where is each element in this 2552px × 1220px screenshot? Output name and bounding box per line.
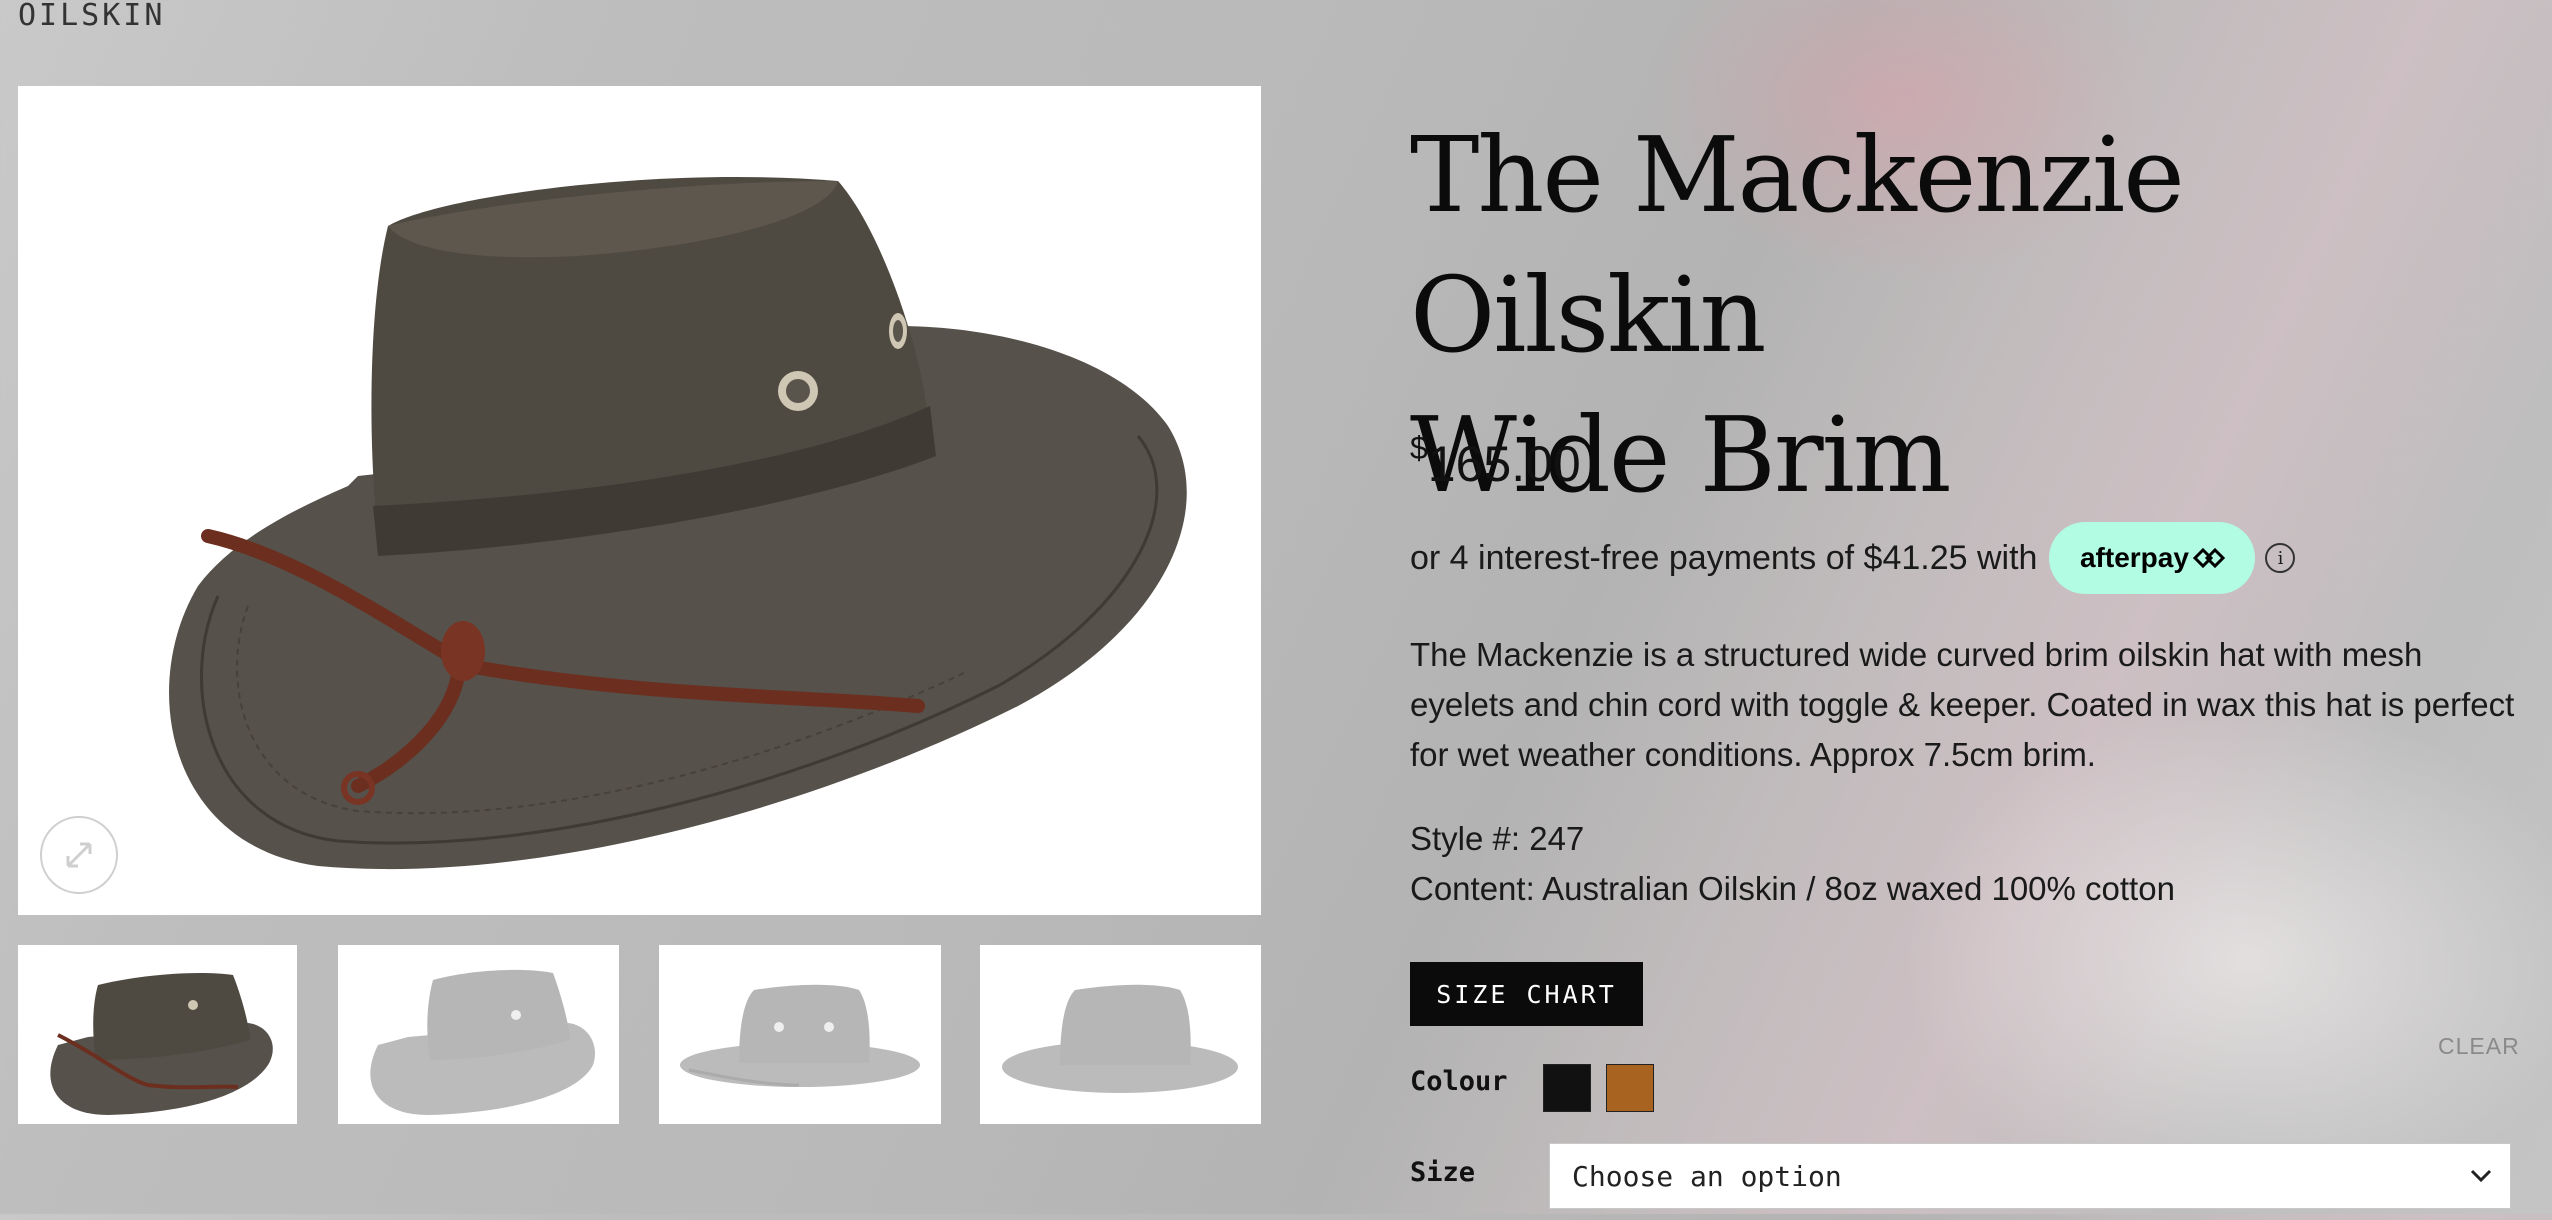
product-title-line1: The Mackenzie Oilskin [1410,114,2185,376]
thumbnail-2[interactable] [338,945,619,1124]
afterpay-badge[interactable]: afterpay [2049,522,2256,594]
info-icon[interactable]: i [2265,543,2296,573]
colour-swatch-tan[interactable] [1606,1064,1654,1112]
size-select[interactable]: Choose an option [1549,1143,2511,1209]
colour-swatch-black[interactable] [1543,1064,1591,1112]
zoom-expand-icon[interactable] [40,816,118,894]
size-select-value: Choose an option [1572,1159,1842,1193]
clear-selection-link[interactable]: CLEAR [2438,1033,2520,1060]
size-label: Size [1410,1157,1476,1188]
price-value: 165.00 [1427,436,1581,492]
size-chart-button[interactable]: SIZE CHART [1410,962,1643,1026]
afterpay-logo-text: afterpay [2079,542,2189,573]
hat-illustration [169,177,1187,870]
product-price: $165.00 [1410,430,1581,493]
thumbnail-1[interactable] [18,945,297,1124]
afterpay-installments: or 4 interest-free payments of $41.25 wi… [1410,522,2296,594]
brand-name: OILSKIN [18,0,166,33]
style-number: Style #: 247 [1410,820,1585,857]
chevron-down-icon [2470,1169,2492,1183]
thumbnail-4[interactable] [980,945,1261,1124]
afterpay-arrows-icon [2192,547,2225,569]
thumbnail-3[interactable] [659,945,941,1124]
thumbnail-hat-image [370,969,596,1115]
product-description: The Mackenzie is a structured wide curve… [1410,636,2515,773]
afterpay-text: or 4 interest-free payments of $41.25 wi… [1410,538,2038,577]
main-product-image[interactable] [18,86,1261,915]
colour-label: Colour [1410,1066,1508,1097]
currency-symbol: $ [1410,430,1428,466]
thumbnail-hat-image [1002,984,1238,1093]
product-content: Content: Australian Oilskin / 8oz waxed … [1410,870,2175,907]
thumbnail-hat-image [50,973,273,1115]
thumbnail-hat-image [680,984,920,1087]
